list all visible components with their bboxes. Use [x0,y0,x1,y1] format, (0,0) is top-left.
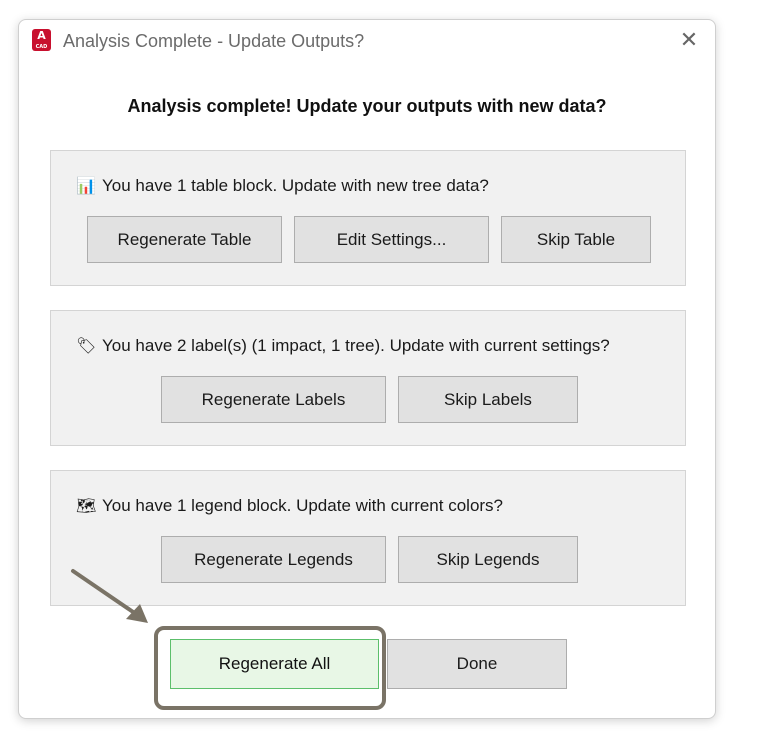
table-block-text: You have 1 table block. Update with new … [102,176,489,195]
regenerate-table-button[interactable]: Regenerate Table [87,216,282,263]
regenerate-legends-button[interactable]: Regenerate Legends [161,536,386,583]
window-title: Analysis Complete - Update Outputs? [63,31,365,51]
bar-chart-icon: 📊 [76,176,96,195]
labels-section: 🏷 You have 2 label(s) (1 impact, 1 tree).… [50,310,686,446]
regenerate-all-button[interactable]: Regenerate All [170,639,379,689]
app-icon-letter: A [37,29,46,42]
annotation-arrow-icon [71,569,148,623]
skip-legends-button[interactable]: Skip Legends [398,536,578,583]
dialog-heading: Analysis complete! Update your outputs w… [127,96,607,116]
legend-block-prompt: 🗺 You have 1 legend block. Update with cu… [76,496,503,516]
tag-icon: 🏷 [76,336,97,355]
edit-settings-button[interactable]: Edit Settings... [294,216,489,263]
close-icon[interactable]: ✕ [677,29,701,53]
table-block-section: 📊 You have 1 table block. Update with new… [50,150,686,286]
app-icon-sub: CAD [35,44,48,50]
done-button[interactable]: Done [387,639,567,689]
skip-labels-button[interactable]: Skip Labels [398,376,578,423]
map-icon: 🗺 [76,496,97,515]
table-block-prompt: 📊 You have 1 table block. Update with new… [76,176,489,196]
title-bar: A CAD Analysis Complete - Update Outputs… [19,20,715,64]
labels-prompt: 🏷 You have 2 label(s) (1 impact, 1 tree).… [76,336,610,356]
labels-text: You have 2 label(s) (1 impact, 1 tree). … [102,336,610,355]
legend-block-text: You have 1 legend block. Update with cur… [102,496,504,515]
autocad-app-icon: A CAD [32,29,51,51]
regenerate-labels-button[interactable]: Regenerate Labels [161,376,386,423]
skip-table-button[interactable]: Skip Table [501,216,651,263]
